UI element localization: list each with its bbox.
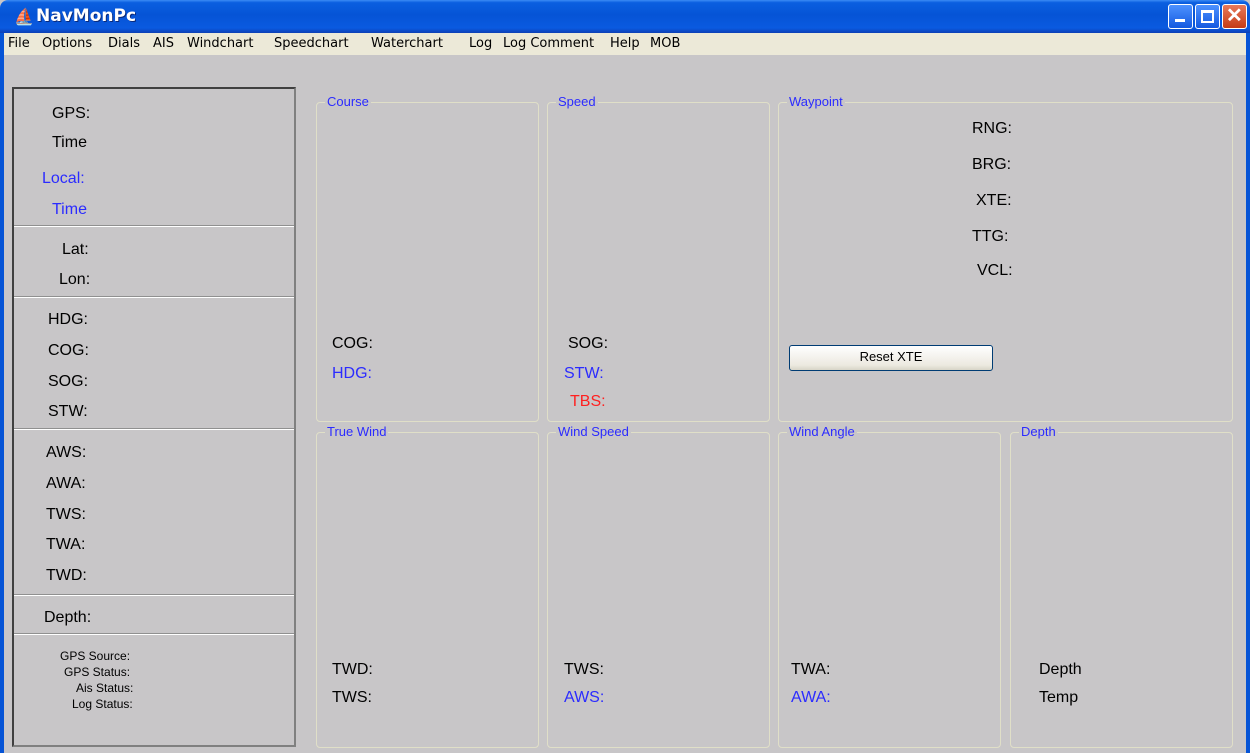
stw-label: STW: xyxy=(48,403,88,420)
brg-label: BRG: xyxy=(972,156,1012,173)
speed-panel: Speed SOG: STW: TBS: xyxy=(547,94,770,422)
status-panel: GPS: Time Local: Time Lat: Lon: HDG: COG… xyxy=(12,87,296,747)
divider xyxy=(14,633,294,635)
minimize-button[interactable] xyxy=(1168,4,1193,29)
menu-speedchart[interactable]: Speedchart xyxy=(274,36,349,51)
temp-value-label: Temp xyxy=(1039,689,1079,706)
waypoint-title: Waypoint xyxy=(787,94,845,109)
xte-label: XTE: xyxy=(976,192,1012,209)
close-button[interactable]: ✕ xyxy=(1222,4,1247,29)
depth-label: Depth: xyxy=(44,609,92,626)
menu-log-comment[interactable]: Log Comment xyxy=(503,36,594,51)
menu-options[interactable]: Options xyxy=(42,36,92,51)
vcl-label: VCL: xyxy=(977,262,1013,279)
divider xyxy=(14,296,294,298)
sog-label: SOG: xyxy=(48,373,89,390)
menu-log[interactable]: Log xyxy=(469,36,492,51)
course-hdg-label: HDG: xyxy=(332,365,372,382)
lat-label: Lat: xyxy=(62,241,89,258)
depth-panel: Depth Depth Temp xyxy=(1010,424,1233,748)
twa-label: TWA: xyxy=(46,536,86,553)
gps-time-label: Time xyxy=(52,134,87,151)
depth-title: Depth xyxy=(1019,424,1058,439)
divider xyxy=(14,428,294,430)
windangle-twa-label: TWA: xyxy=(791,661,831,678)
maximize-button[interactable] xyxy=(1195,4,1220,29)
true-wind-panel: True Wind TWD: TWS: xyxy=(316,424,539,748)
client-area: GPS: Time Local: Time Lat: Lon: HDG: COG… xyxy=(4,55,1246,753)
windangle-awa-label: AWA: xyxy=(791,689,831,706)
menu-mob[interactable]: MOB xyxy=(650,36,680,51)
title-bar[interactable]: ⛵ NavMonPc ✕ xyxy=(0,0,1250,33)
menu-ais[interactable]: AIS xyxy=(153,36,174,51)
awa-label: AWA: xyxy=(46,475,86,492)
sailboat-icon: ⛵ xyxy=(14,9,34,26)
tws-label: TWS: xyxy=(46,506,86,523)
ttg-label: TTG: xyxy=(972,228,1009,245)
wind-angle-panel: Wind Angle TWA: AWA: xyxy=(778,424,1001,748)
windspeed-aws-label: AWS: xyxy=(564,689,605,706)
course-panel: Course COG: HDG: xyxy=(316,94,539,422)
minimize-icon xyxy=(1175,19,1185,22)
wind-angle-title: Wind Angle xyxy=(787,424,857,439)
course-title: Course xyxy=(325,94,371,109)
menu-bar: File Options Dials AIS Windchart Speedch… xyxy=(0,33,1250,55)
truewind-tws-label: TWS: xyxy=(332,689,372,706)
rng-label: RNG: xyxy=(972,120,1012,137)
local-time-label: Time xyxy=(52,201,87,218)
speed-stw-label: STW: xyxy=(564,365,604,382)
close-icon: ✕ xyxy=(1226,5,1243,27)
menu-waterchart[interactable]: Waterchart xyxy=(371,36,443,51)
wind-speed-title: Wind Speed xyxy=(556,424,631,439)
divider xyxy=(14,225,294,227)
gps-status-label: GPS Status: xyxy=(64,665,131,679)
menu-file[interactable]: File xyxy=(8,36,30,51)
speed-title: Speed xyxy=(556,94,598,109)
truewind-twd-label: TWD: xyxy=(332,661,373,678)
maximize-icon xyxy=(1201,10,1214,23)
depth-value-label: Depth xyxy=(1039,661,1082,678)
speed-tbs-label: TBS: xyxy=(570,393,606,410)
window-frame-right xyxy=(1246,55,1250,753)
course-cog-label: COG: xyxy=(332,335,373,352)
window-title: NavMonPc xyxy=(36,6,137,26)
aws-label: AWS: xyxy=(46,444,87,461)
waypoint-panel: Waypoint RNG: BRG: XTE: TTG: VCL: Reset … xyxy=(778,94,1233,422)
menu-windchart[interactable]: Windchart xyxy=(187,36,253,51)
wind-speed-panel: Wind Speed TWS: AWS: xyxy=(547,424,770,748)
twd-label: TWD: xyxy=(46,567,87,584)
gps-label: GPS: xyxy=(52,105,91,122)
lon-label: Lon: xyxy=(59,271,91,288)
true-wind-title: True Wind xyxy=(325,424,389,439)
divider xyxy=(14,594,294,596)
menu-dials[interactable]: Dials xyxy=(108,36,140,51)
cog-label: COG: xyxy=(48,342,89,359)
log-status-label: Log Status: xyxy=(72,697,133,711)
reset-xte-button[interactable]: Reset XTE xyxy=(789,345,993,371)
gps-source-label: GPS Source: xyxy=(60,649,131,663)
hdg-label: HDG: xyxy=(48,311,88,328)
menu-help[interactable]: Help xyxy=(610,36,640,51)
local-label: Local: xyxy=(42,170,85,187)
speed-sog-label: SOG: xyxy=(568,335,609,352)
windspeed-tws-label: TWS: xyxy=(564,661,604,678)
ais-status-label: Ais Status: xyxy=(76,681,134,695)
